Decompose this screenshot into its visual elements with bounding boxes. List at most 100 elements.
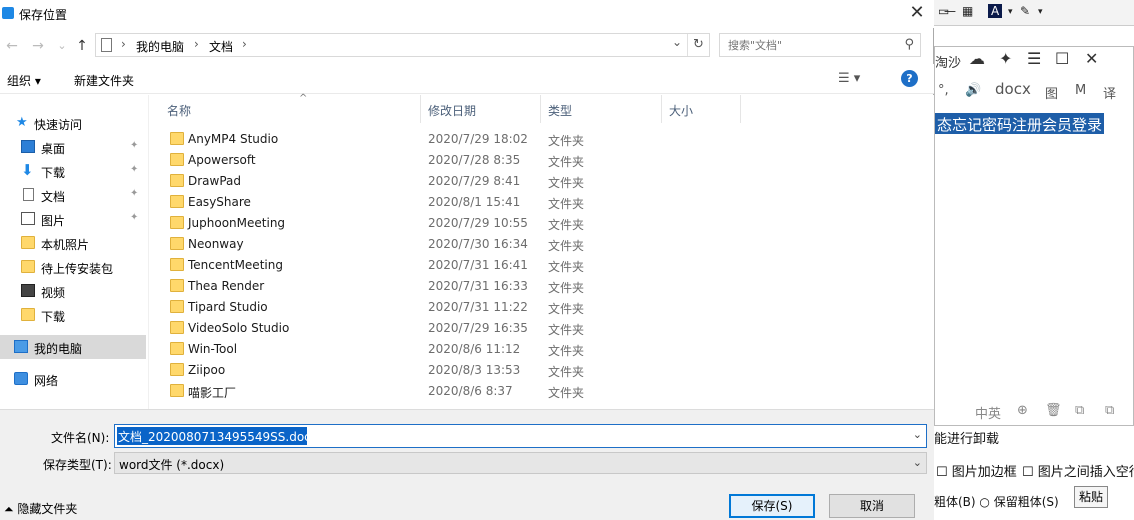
add-icon[interactable]: ⊕ — [1017, 403, 1028, 418]
forward-icon[interactable]: → — [28, 36, 48, 56]
command-bar: 组织 ▾ 新建文件夹 ☰ ▾ ? — [0, 64, 934, 94]
file-name: JuphoonMeeting — [188, 216, 286, 230]
nav-item-my-computer[interactable]: 我的电脑 — [0, 335, 146, 359]
table-row[interactable]: Neonway 2020/7/30 16:34 文件夹 — [149, 234, 935, 255]
table-row[interactable]: EasyShare 2020/8/1 15:41 文件夹 — [149, 192, 935, 213]
pin-icon: ✦ — [130, 164, 139, 175]
chevron-down-icon[interactable]: ⌄ — [672, 35, 682, 49]
docx-label[interactable]: docx — [995, 80, 1031, 98]
up-icon[interactable]: ↑ — [72, 36, 92, 56]
trash-icon[interactable]: 🗑 — [1045, 403, 1062, 418]
filetype-value: word文件 (*.docx) — [119, 458, 225, 472]
column-header-date[interactable]: 修改日期 — [422, 95, 541, 123]
network-icon — [14, 372, 28, 385]
refresh-icon[interactable]: ↻ — [687, 34, 709, 56]
view-options-icon[interactable]: ☰ ▾ — [838, 71, 860, 86]
table-row[interactable]: DrawPad 2020/7/29 8:41 文件夹 — [149, 171, 935, 192]
chevron-down-icon[interactable]: ▾ — [1038, 7, 1043, 17]
font-color-icon[interactable]: A — [988, 4, 1003, 18]
filetype-select[interactable]: word文件 (*.docx) ⌄ — [114, 452, 927, 474]
table-row[interactable]: VideoSolo Studio 2020/7/29 16:35 文件夹 — [149, 318, 935, 339]
nav-item-downloads-folder[interactable]: 下载 — [0, 303, 146, 327]
file-type: 文件夹 — [548, 218, 585, 232]
close-icon[interactable]: ✕ — [906, 2, 928, 24]
nav-item-network[interactable]: 网络 — [0, 367, 146, 391]
table-row[interactable]: Ziipoo 2020/8/3 13:53 文件夹 — [149, 360, 935, 381]
organize-menu[interactable]: 组织 ▾ — [7, 72, 41, 89]
bold-radio-group[interactable]: 粗体(B) ○ 保留粗体(S) — [934, 493, 1059, 510]
file-name: EasyShare — [188, 195, 251, 209]
chevron-down-icon[interactable]: ⌄ — [913, 428, 922, 441]
column-header-type[interactable]: 类型 — [542, 95, 662, 123]
new-folder-button[interactable]: 新建文件夹 — [74, 72, 134, 89]
table-row[interactable]: Win-Tool 2020/8/6 11:12 文件夹 — [149, 339, 935, 360]
table-row[interactable]: Tipard Studio 2020/7/31 11:22 文件夹 — [149, 297, 935, 318]
panel-title: 淘沙 — [935, 56, 962, 71]
file-date: 2020/8/6 11:12 — [428, 342, 521, 356]
table-row[interactable]: AnyMP4 Studio 2020/7/29 18:02 文件夹 — [149, 129, 935, 150]
search-icon[interactable]: ⚲ — [904, 37, 914, 52]
table-row[interactable]: JuphoonMeeting 2020/7/29 10:55 文件夹 — [149, 213, 935, 234]
toolbar-icon[interactable]: — — [944, 4, 956, 18]
file-date: 2020/8/6 8:37 — [428, 384, 513, 398]
column-header-label: 名称 — [167, 104, 192, 118]
speaker-icon[interactable]: 🔊 — [965, 83, 981, 98]
copy-icon[interactable]: ⧉ — [1105, 403, 1114, 418]
chevron-down-icon[interactable]: ▾ — [1008, 7, 1013, 17]
translate-button[interactable]: 译 — [1103, 83, 1116, 102]
table-row[interactable]: Thea Render 2020/7/31 16:33 文件夹 — [149, 276, 935, 297]
nav-item-quick-access[interactable]: ★ 快速访问 — [0, 111, 146, 135]
recent-locations-icon[interactable]: ⌄ — [52, 36, 72, 56]
menu-icon[interactable]: ☰ — [1027, 49, 1041, 68]
table-row[interactable]: TencentMeeting 2020/7/31 16:41 文件夹 — [149, 255, 935, 276]
document-icon — [101, 38, 112, 52]
breadcrumb-documents[interactable]: 文档 — [209, 38, 233, 55]
file-type: 文件夹 — [548, 239, 585, 253]
search-input[interactable] — [728, 37, 893, 53]
address-bar[interactable]: › 我的电脑 › 文档 › ⌄ ↻ — [95, 33, 710, 57]
pin-icon: ✦ — [130, 212, 139, 223]
pen-icon[interactable]: ✎ — [1020, 4, 1030, 18]
column-header-name[interactable]: 名称 ^ — [161, 93, 421, 123]
nav-item-desktop[interactable]: 桌面 ✦ — [0, 135, 146, 159]
nav-item-downloads[interactable]: ⬇ 下载 ✦ — [0, 159, 146, 183]
folder-icon — [170, 195, 184, 208]
file-name: Thea Render — [188, 279, 265, 293]
cancel-button[interactable]: 取消 — [829, 494, 915, 518]
blank-line-checkbox[interactable]: ☐ 图片之间插入空行 — [1022, 461, 1134, 480]
table-row[interactable]: Apowersoft 2020/7/28 8:35 文件夹 — [149, 150, 935, 171]
image-border-checkbox[interactable]: ☐ 图片加边框 — [936, 461, 1017, 480]
file-type: 文件夹 — [548, 134, 585, 148]
filename-input[interactable] — [117, 427, 307, 445]
nav-item-local-photos[interactable]: 本机照片 — [0, 231, 146, 255]
file-name: 喵影工厂 — [188, 386, 237, 400]
file-name: TencentMeeting — [188, 258, 283, 272]
language-toggle[interactable]: 中英 — [975, 403, 1001, 422]
folder-icon — [170, 279, 184, 292]
paste-button[interactable]: 粘贴 — [1074, 486, 1108, 508]
nav-item-pending-upload[interactable]: 待上传安装包 — [0, 255, 146, 279]
pin-icon[interactable]: ✦ — [999, 49, 1012, 68]
nav-item-videos[interactable]: 视频 — [0, 279, 146, 303]
column-header-size[interactable]: 大小 — [663, 95, 741, 123]
table-row[interactable]: 喵影工厂 2020/8/6 8:37 文件夹 — [149, 381, 935, 402]
maximize-icon[interactable]: ☐ — [1055, 49, 1069, 68]
selected-text[interactable]: 态忘记密码注册会员登录 — [935, 113, 1105, 134]
close-icon[interactable]: ✕ — [1085, 49, 1098, 68]
star-icon: ★ — [16, 115, 28, 130]
save-button[interactable]: 保存(S) — [729, 494, 815, 518]
save-dialog: 保存位置 ✕ ← → ⌄ ↑ › 我的电脑 › 文档 › ⌄ ↻ ⚲ 组织 ▾ … — [0, 0, 934, 520]
breadcrumb-my-computer[interactable]: 我的电脑 — [136, 38, 184, 55]
m-button[interactable]: M — [1075, 83, 1086, 98]
help-icon[interactable]: ? — [901, 70, 918, 87]
back-icon[interactable]: ← — [2, 36, 22, 56]
table-icon[interactable]: ▦ — [962, 4, 973, 18]
hide-folders-toggle[interactable]: ⏶ 隐藏文件夹 — [4, 500, 77, 517]
folder-icon — [21, 308, 35, 321]
image-button[interactable]: 图 — [1045, 83, 1058, 102]
folder-icon — [170, 300, 184, 313]
nav-item-pictures[interactable]: 图片 ✦ — [0, 207, 146, 231]
nav-item-documents[interactable]: 文档 ✦ — [0, 183, 146, 207]
copy-icon[interactable]: ⧉ — [1075, 403, 1084, 418]
cloud-icon[interactable]: ☁ — [969, 49, 985, 68]
